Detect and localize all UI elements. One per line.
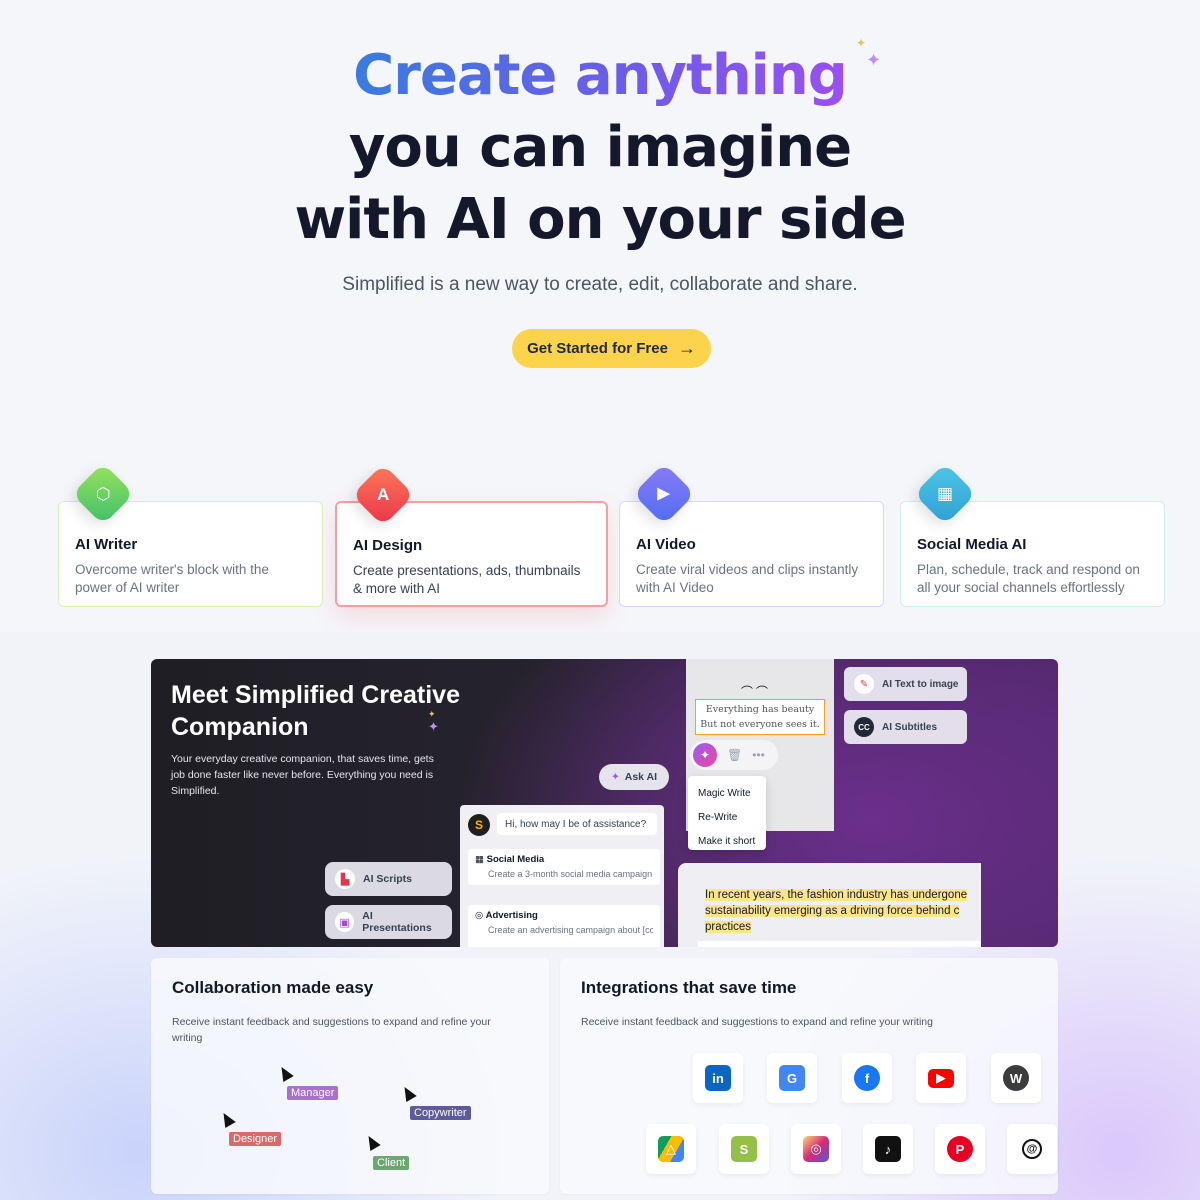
text-toolbar: ✦ 🗑 ••• (690, 740, 778, 770)
role-tag-designer: Designer (229, 1132, 282, 1146)
hero-title-line-1: Create anything (353, 43, 848, 108)
pill-label: AI Presentations (362, 910, 432, 934)
presentation-icon: ▣ (335, 912, 355, 932)
tiktok-icon[interactable]: ♪ (863, 1124, 913, 1174)
feature-title: AI Writer (75, 536, 138, 553)
chat-suggestion[interactable]: ◎ Advertising Create an advertising camp… (468, 905, 660, 947)
integrations-title: Integrations that save time (581, 978, 797, 997)
ask-ai-button[interactable]: ✦ Ask AI (599, 764, 669, 790)
sparkle-icon: ✦ (866, 50, 882, 70)
arrow-right-icon: → (677, 338, 696, 358)
quote-line-1: Everything has beauty (705, 704, 815, 715)
creative-companion-panel: Meet Simplified Creative Companion ✦ ✦ Y… (151, 659, 1058, 947)
collaboration-panel: Collaboration made easy Receive instant … (151, 958, 549, 1194)
linkedin-icon[interactable]: in (693, 1053, 743, 1103)
simplified-logo-icon: S (468, 814, 490, 836)
feature-desc: Create presentations, ads, thumbnails & … (353, 563, 581, 596)
target-icon: ◎ (475, 910, 486, 921)
feature-title: Social Media AI (917, 536, 1027, 553)
integrations-desc: Receive instant feedback and suggestions… (581, 1016, 933, 1028)
feature-card-social-media-ai[interactable]: ▦ Social Media AI Plan, schedule, track … (900, 462, 1165, 607)
get-started-label: Get Started for Free (527, 340, 668, 357)
side-pill-label: AI Subtitles (882, 721, 938, 733)
chat-suggestion-desc: Create a 3-month social media campaign c… (488, 869, 653, 879)
cursor-icon (276, 1063, 294, 1083)
menu-item-make-short[interactable]: Make it short (688, 829, 766, 853)
video-camera-icon: ▶ (632, 462, 696, 526)
trash-icon[interactable]: 🗑 (727, 748, 742, 762)
wordpress-icon[interactable]: W (991, 1053, 1041, 1103)
role-tag-client: Client (373, 1156, 410, 1170)
pill-label: AI Scripts (363, 873, 413, 885)
collaboration-title: Collaboration made easy (172, 978, 374, 997)
role-tag-copywriter: Copywriter (410, 1106, 471, 1120)
quote-textbox[interactable]: Everything has beauty But not everyone s… (695, 699, 825, 735)
ai-scripts-pill[interactable]: ▙ AI Scripts (325, 862, 452, 896)
sparkle-icon: ✦ (428, 719, 439, 734)
companion-title: Meet Simplified Creative Companion (171, 681, 460, 741)
quote-line-2: But not everyone sees it. (700, 719, 820, 730)
hero-title-line-3: with AI on your side (294, 187, 906, 252)
chat-suggestion-title: Social Media (486, 854, 545, 865)
feature-desc: Create viral videos and clips instantly … (636, 562, 859, 595)
eyelashes-illustration: ⌒⌒ (741, 685, 772, 699)
ask-ai-label: Ask AI (624, 771, 658, 783)
chat-suggestion-desc: Create an advertising campaign about [co… (488, 925, 653, 935)
instagram-icon[interactable]: ◎ (791, 1124, 841, 1174)
get-started-button[interactable]: Get Started for Free → (512, 329, 711, 368)
facebook-icon[interactable]: f (842, 1053, 892, 1103)
feature-card-ai-design[interactable]: A AI Design Create presentations, ads, t… (335, 463, 608, 607)
ai-text-to-image-pill[interactable]: ✎ AI Text to image (844, 667, 967, 701)
feature-title: AI Design (353, 537, 423, 554)
chat-panel: S Hi, how may I be of assistance? ▦ Soci… (460, 805, 664, 947)
youtube-icon[interactable]: ▶ (916, 1053, 966, 1103)
ai-action-menu: Magic Write Re-Write Make it short (688, 776, 766, 850)
chat-prompt[interactable]: Hi, how may I be of assistance? (497, 813, 657, 835)
collaboration-desc: Receive instant feedback and suggestions… (172, 1016, 491, 1044)
chat-suggestion[interactable]: ▦ Social Media Create a 3-month social m… (468, 849, 660, 885)
feature-title: AI Video (636, 536, 696, 553)
ai-design-icon: A (351, 463, 415, 527)
article-preview: In recent years, the fashion industry ha… (678, 863, 981, 947)
more-icon[interactable]: ••• (752, 748, 765, 762)
script-icon: ▙ (335, 869, 355, 889)
hero-section: Create anything ✦ ✦ you can imagine with… (0, 0, 1200, 632)
highlighted-text: In recent years, the fashion industry ha… (705, 889, 968, 933)
google-business-icon[interactable]: G (767, 1053, 817, 1103)
ai-presentations-pill[interactable]: ▣ AI Presentations (325, 905, 452, 939)
calendar-icon: ▦ (475, 854, 487, 865)
menu-item-magic-write[interactable]: Magic Write (688, 781, 766, 805)
pinterest-icon[interactable]: P (935, 1124, 985, 1174)
wand-icon: ✎ (854, 674, 874, 694)
feature-card-ai-video[interactable]: ▶ AI Video Create viral videos and clips… (619, 462, 884, 607)
sparkle-icon: ✦ (610, 771, 620, 783)
cc-icon: CC (854, 717, 874, 737)
cursor-icon (363, 1132, 381, 1152)
cursor-icon (218, 1109, 236, 1129)
article-divider (698, 941, 981, 947)
cursor-icon (399, 1083, 417, 1103)
side-pill-label: AI Text to image (882, 678, 959, 690)
companion-desc: Your everyday creative companion, that s… (171, 753, 434, 797)
threads-icon[interactable]: @ (1007, 1124, 1057, 1174)
sparkle-icon: ✦ (856, 36, 867, 50)
magic-wand-icon[interactable]: ✦ (693, 743, 717, 767)
feature-card-ai-writer[interactable]: ⬡ AI Writer Overcome writer's block with… (58, 462, 323, 607)
feature-desc: Overcome writer's block with the power o… (75, 562, 269, 595)
calendar-icon: ▦ (913, 462, 977, 526)
menu-item-rewrite[interactable]: Re-Write (688, 805, 766, 829)
hero-title-line-2: you can imagine (348, 115, 852, 180)
role-tag-manager: Manager (287, 1086, 339, 1100)
ai-writer-icon: ⬡ (71, 462, 135, 526)
ai-subtitles-pill[interactable]: CC AI Subtitles (844, 710, 967, 744)
shopify-icon[interactable]: S (719, 1124, 769, 1174)
feature-desc: Plan, schedule, track and respond on all… (917, 562, 1140, 595)
google-drive-icon[interactable]: △ (646, 1124, 696, 1174)
chat-suggestion-title: Advertising (485, 910, 538, 921)
integrations-panel: Integrations that save time Receive inst… (560, 958, 1058, 1194)
hero-subtitle: Simplified is a new way to create, edit,… (342, 274, 858, 295)
